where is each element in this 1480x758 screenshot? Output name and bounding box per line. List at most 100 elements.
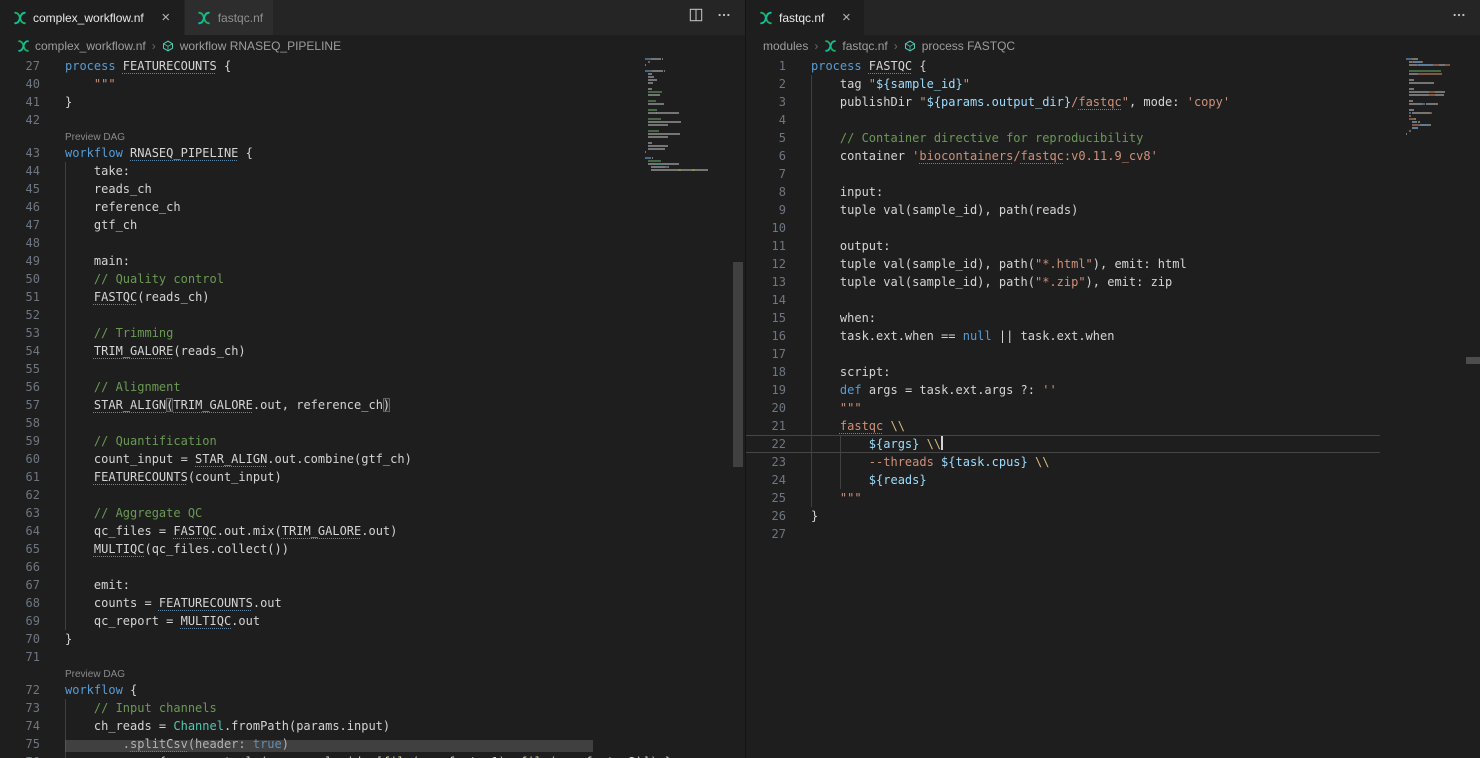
code-line[interactable]: 50 // Quality control [0,270,645,288]
minimap-token [648,118,661,120]
vertical-scrollbar[interactable] [1466,57,1480,758]
minimap[interactable] [1406,58,1466,139]
code-line[interactable]: 59 // Quantification [0,432,645,450]
code-line[interactable]: 67 emit: [0,576,645,594]
code-line[interactable]: 25 """ [746,489,1380,507]
code-line[interactable]: 23 --threads ${task.cpus} \\ [746,453,1380,471]
code-line[interactable]: 41} [0,93,645,111]
code-line[interactable]: 17 [746,345,1380,363]
code-line[interactable]: 4 [746,111,1380,129]
breadcrumb-item[interactable]: process FASTQC [904,39,1015,53]
code-line[interactable]: 63 // Aggregate QC [0,504,645,522]
minimap[interactable] [645,58,731,172]
breadcrumb-item[interactable]: fastqc.nf [824,39,887,53]
code-line[interactable]: 1process FASTQC { [746,57,1380,75]
code-editor[interactable]: 1process FASTQC {2 tag "${sample_id}"3 p… [746,57,1480,758]
code-line[interactable]: 9 tuple val(sample_id), path(reads) [746,201,1380,219]
code-line[interactable]: 8 input: [746,183,1380,201]
vertical-scrollbar[interactable] [731,57,745,758]
code-line[interactable]: 10 [746,219,1380,237]
more-actions-button[interactable] [715,9,733,27]
code-line[interactable]: 55 [0,360,645,378]
code-line[interactable]: 51 FASTQC(reads_ch) [0,288,645,306]
code-line[interactable]: 2 tag "${sample_id}" [746,75,1380,93]
codelens-preview-dag[interactable]: Preview DAG [65,669,125,680]
tab-fastqc-nf[interactable]: fastqc.nf× [746,0,865,35]
minimap-line [1406,100,1466,102]
code-line[interactable]: 64 qc_files = FASTQC.out.mix(TRIM_GALORE… [0,522,645,540]
breadcrumb-item[interactable]: workflow RNASEQ_PIPELINE [162,39,341,53]
code-line[interactable]: 56 // Alignment [0,378,645,396]
vertical-scrollbar-thumb[interactable] [733,262,743,467]
code-line[interactable]: 62 [0,486,645,504]
code-editor[interactable]: 27process FEATURECOUNTS {40 """41}42 Prev… [0,57,745,758]
code-line[interactable]: 46 reference_ch [0,198,645,216]
code-line[interactable]: 60 count_input = STAR_ALIGN.out.combine(… [0,450,645,468]
code-line[interactable]: 61 FEATURECOUNTS(count_input) [0,468,645,486]
tab-complex_workflow-nf[interactable]: complex_workflow.nf× [0,0,185,35]
codelens-container: Preview DAG [40,666,645,681]
token: (reads_ch) [137,290,209,304]
minimap-token [648,79,657,81]
code-text: tag "${sample_id}" [786,75,1380,93]
code-line[interactable]: 47 gtf_ch [0,216,645,234]
code-line[interactable]: 14 [746,291,1380,309]
split-editor-button[interactable] [687,9,705,27]
token: "*.html" [1035,257,1093,271]
tab-fastqc-nf[interactable]: fastqc.nf [185,0,274,35]
code-line[interactable]: 43workflow RNASEQ_PIPELINE { [0,144,645,162]
close-icon[interactable]: × [158,10,174,25]
line-number: 71 [0,648,40,666]
code-line[interactable]: 42 [0,111,645,129]
code-line[interactable]: 72workflow { [0,681,645,699]
codelens-preview-dag[interactable]: Preview DAG [65,132,125,143]
code-line[interactable]: 20 """ [746,399,1380,417]
code-line[interactable]: 66 [0,558,645,576]
code-line[interactable]: 49 main: [0,252,645,270]
line-number: 22 [746,436,786,452]
code-line[interactable]: 6 container 'biocontainers/fastqc:v0.11.… [746,147,1380,165]
code-line[interactable]: 11 output: [746,237,1380,255]
close-icon[interactable]: × [838,10,854,25]
breadcrumb-item[interactable]: modules [763,39,808,53]
code-line[interactable]: 53 // Trimming [0,324,645,342]
code-line[interactable]: 69 qc_report = MULTIQC.out [0,612,645,630]
code-line[interactable]: 13 tuple val(sample_id), path("*.zip"), … [746,273,1380,291]
code-line[interactable]: 68 counts = FEATURECOUNTS.out [0,594,645,612]
more-actions-button[interactable] [1450,9,1468,27]
code-line[interactable]: 52 [0,306,645,324]
code-line[interactable]: 16 task.ext.when == null || task.ext.whe… [746,327,1380,345]
code-line[interactable]: 27process FEATURECOUNTS { [0,57,645,75]
horizontal-scrollbar-thumb[interactable] [65,740,593,752]
code-line[interactable]: 7 [746,165,1380,183]
code-line[interactable]: 73 // Input channels [0,699,645,717]
current-line[interactable]: 22 ${args} \\ [746,435,1380,453]
code-line[interactable]: 15 when: [746,309,1380,327]
code-line[interactable]: 58 [0,414,645,432]
code-line[interactable]: 12 tuple val(sample_id), path("*.html"),… [746,255,1380,273]
code-line[interactable]: 65 MULTIQC(qc_files.collect()) [0,540,645,558]
code-line[interactable]: 26} [746,507,1380,525]
code-line[interactable]: 27 [746,525,1380,543]
minimap-line [1406,133,1466,135]
code-line[interactable]: 24 ${reads} [746,471,1380,489]
code-line[interactable]: 3 publishDir "${params.output_dir}/fastq… [746,93,1380,111]
code-line[interactable]: 57 STAR_ALIGN(TRIM_GALORE.out, reference… [0,396,645,414]
code-line[interactable]: 70} [0,630,645,648]
code-line[interactable]: 18 script: [746,363,1380,381]
code-line[interactable]: 71 [0,648,645,666]
code-line[interactable]: 5 // Container directive for reproducibi… [746,129,1380,147]
token: MULTIQC [181,614,232,628]
horizontal-scrollbar[interactable] [0,740,645,758]
code-line[interactable]: 45 reads_ch [0,180,645,198]
code-line[interactable]: 74 ch_reads = Channel.fromPath(params.in… [0,717,645,735]
minimap-line [1406,106,1466,108]
breadcrumb-item[interactable]: complex_workflow.nf [17,39,146,53]
line-number: 62 [0,486,40,504]
code-line[interactable]: 54 TRIM_GALORE(reads_ch) [0,342,645,360]
code-line[interactable]: 48 [0,234,645,252]
code-line[interactable]: 44 take: [0,162,645,180]
code-line[interactable]: 40 """ [0,75,645,93]
code-line[interactable]: 19 def args = task.ext.args ?: '' [746,381,1380,399]
code-line[interactable]: 21 fastqc \\ [746,417,1380,435]
